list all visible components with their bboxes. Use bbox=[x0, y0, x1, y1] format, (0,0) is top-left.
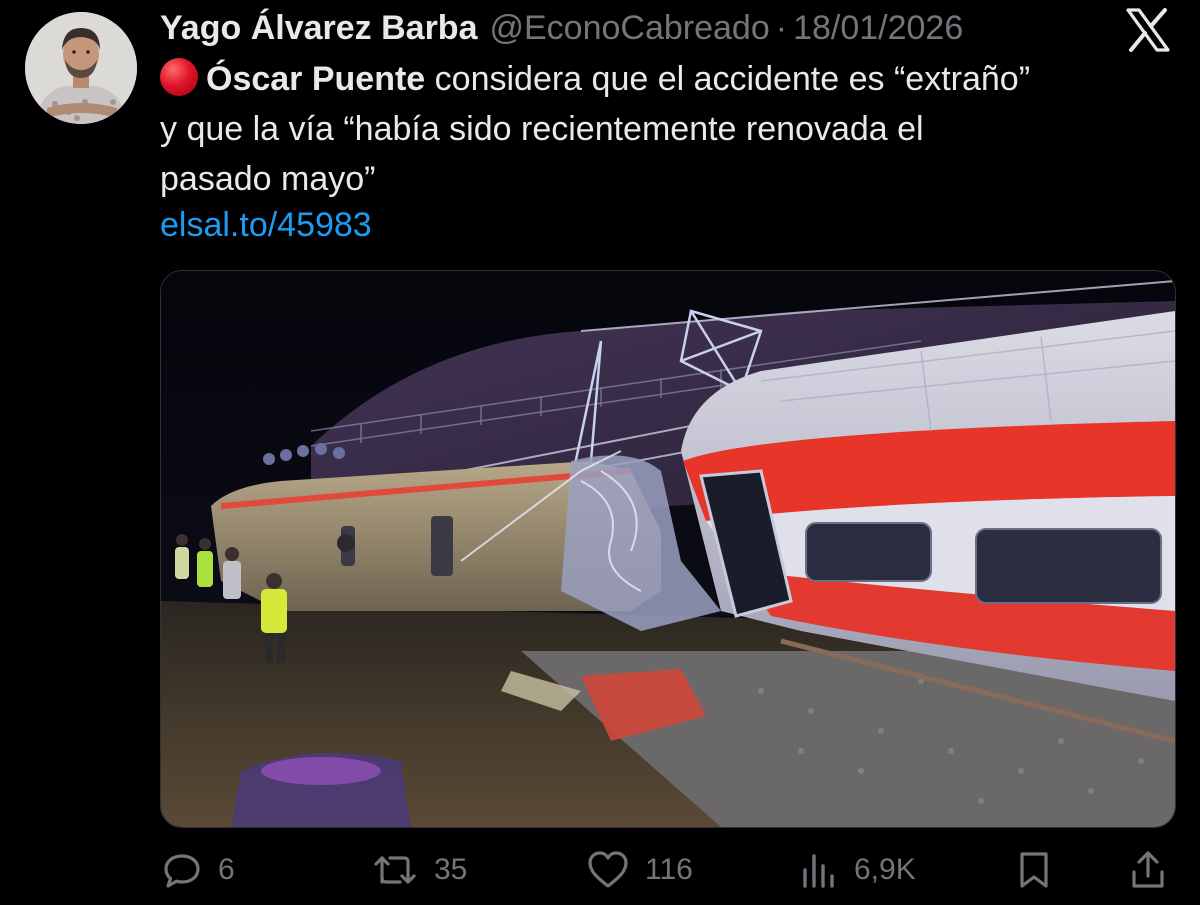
tweet-link[interactable]: elsal.to/45983 bbox=[160, 202, 372, 248]
tweet-date[interactable]: 18/01/2026 bbox=[793, 6, 963, 50]
reply-button[interactable]: 6 bbox=[160, 840, 235, 900]
author-handle[interactable]: @EconoCabreado bbox=[489, 6, 769, 50]
bookmark-button[interactable] bbox=[1014, 840, 1054, 900]
tweet-mention: Óscar Puente bbox=[206, 60, 426, 98]
tweet-media-image[interactable] bbox=[160, 270, 1176, 828]
views-icon bbox=[803, 854, 834, 888]
tweet-text-line-1: considera que el accidente es “extraño” bbox=[425, 60, 1031, 98]
share-icon bbox=[1132, 851, 1164, 888]
repost-count: 35 bbox=[434, 853, 468, 886]
tweet-text-line-3: pasado mayo” bbox=[160, 160, 376, 198]
reply-count: 6 bbox=[218, 853, 235, 886]
reply-icon bbox=[164, 854, 200, 888]
views-count: 6,9K bbox=[854, 853, 916, 886]
share-button[interactable] bbox=[1128, 840, 1168, 900]
tweet-text-line-2: y que la vía “había sido recientemente r… bbox=[160, 110, 924, 148]
like-button[interactable]: 116 bbox=[585, 840, 693, 900]
repost-button[interactable]: 35 bbox=[370, 840, 467, 900]
tweet-actions: 6 35 116 6,9K bbox=[160, 840, 1174, 900]
author-display-name[interactable]: Yago Álvarez Barba bbox=[160, 6, 477, 50]
separator-dot: · bbox=[775, 9, 788, 47]
like-icon bbox=[588, 851, 628, 888]
red-circle-icon bbox=[160, 58, 198, 96]
views-button[interactable]: 6,9K bbox=[800, 840, 916, 900]
repost-icon bbox=[374, 856, 416, 884]
avatar[interactable] bbox=[25, 12, 137, 124]
bookmark-icon bbox=[1020, 852, 1048, 888]
like-count: 116 bbox=[645, 853, 693, 886]
tweet-text: Óscar Puente considera que el accidente … bbox=[160, 54, 1180, 204]
train-accident-photo bbox=[161, 271, 1175, 827]
tweet-header: Yago Álvarez Barba @EconoCabreado · 18/0… bbox=[160, 6, 1120, 50]
tweet: Yago Álvarez Barba @EconoCabreado · 18/0… bbox=[0, 0, 1200, 905]
x-logo-icon bbox=[1124, 8, 1172, 52]
